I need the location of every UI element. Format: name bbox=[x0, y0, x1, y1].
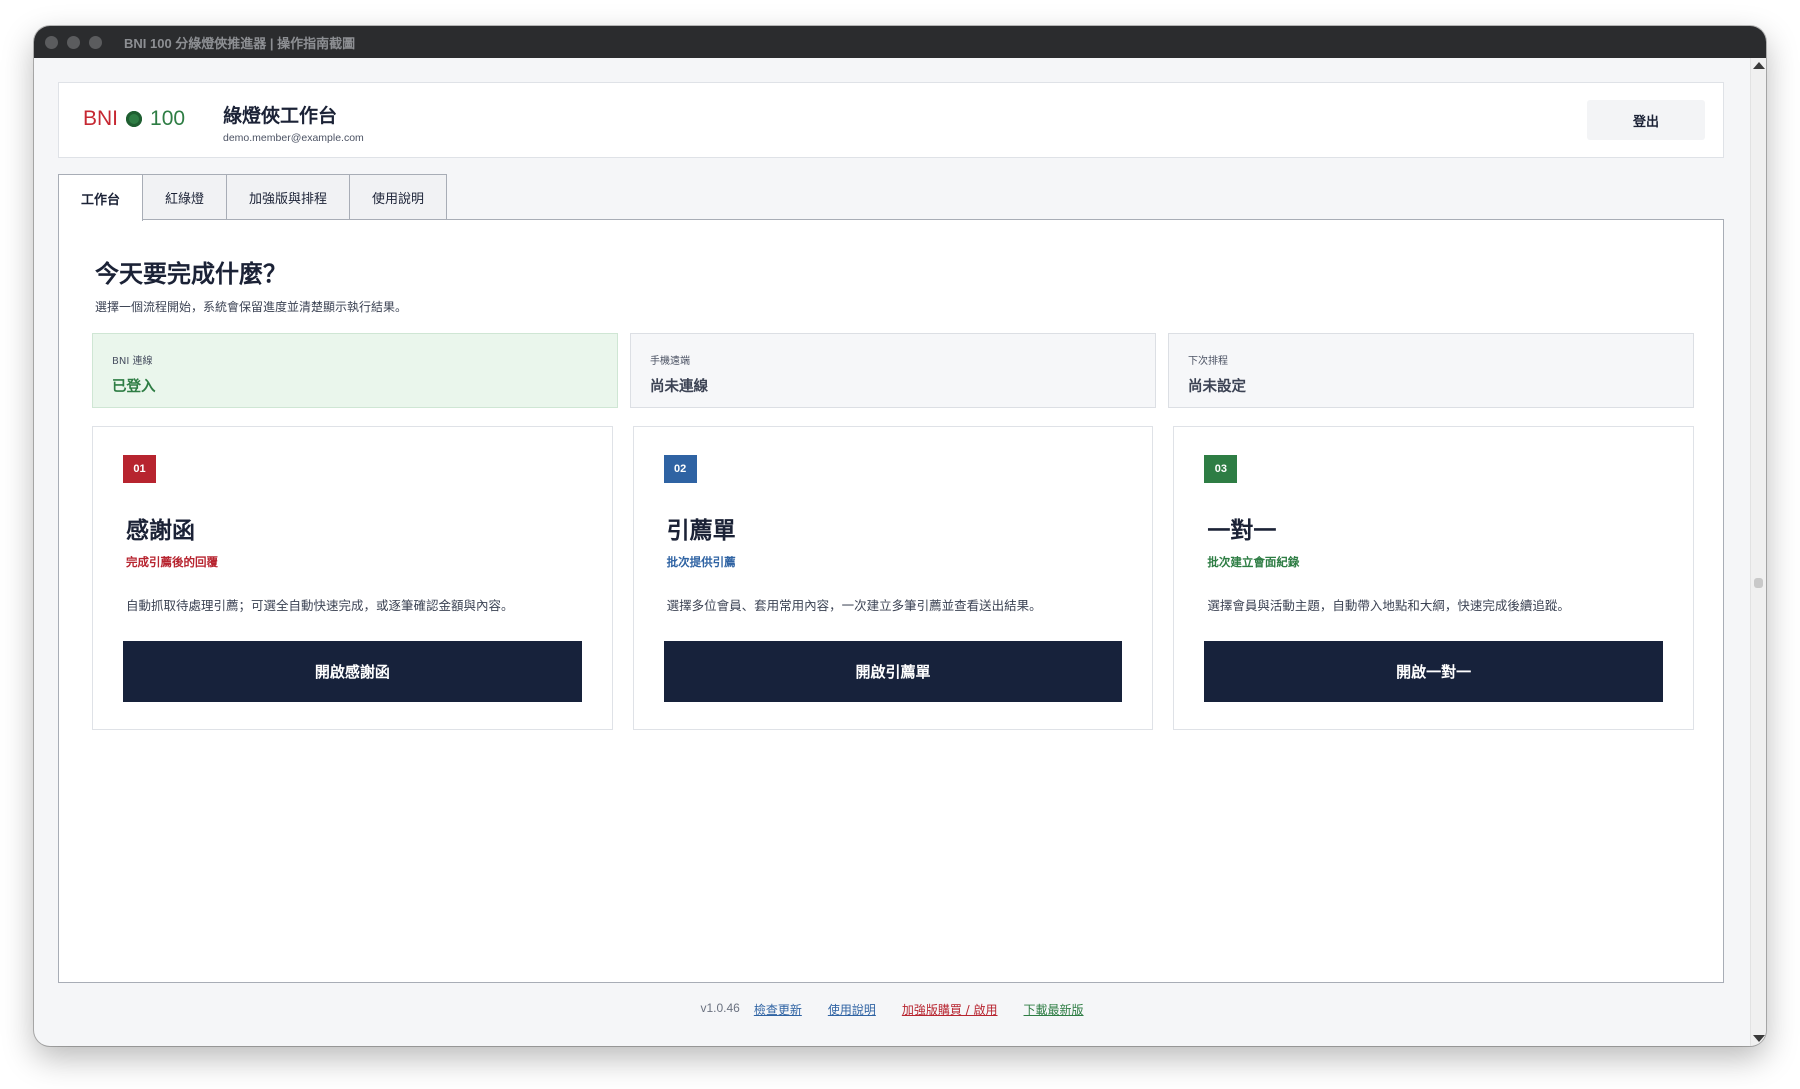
card-tag: 批次建立會面紀錄 bbox=[1207, 555, 1300, 569]
check-update-link[interactable]: 檢查更新 bbox=[754, 1001, 802, 1018]
close-window-button[interactable] bbox=[45, 35, 58, 49]
status-label: 手機遠端 bbox=[650, 356, 690, 367]
window-controls bbox=[45, 35, 102, 49]
user-email: demo.member@example.com bbox=[223, 132, 364, 144]
status-label: BNI 連線 bbox=[112, 356, 153, 367]
card-title: 引薦單 bbox=[666, 518, 736, 544]
green-light-icon bbox=[126, 111, 143, 127]
status-value: 尚未設定 bbox=[1188, 379, 1246, 395]
tab-premium-schedule[interactable]: 加強版與排程 bbox=[226, 174, 351, 220]
title-bar: BNI 100 分綠燈俠推進器 | 操作指南截圖 bbox=[34, 26, 1766, 58]
workbench-panel: 今天要完成什麼？ 選擇一個流程開始，系統會保留進度並清楚顯示執行結果。 BNI … bbox=[58, 219, 1724, 983]
scroll-up-arrow-icon[interactable] bbox=[1753, 62, 1765, 69]
section-heading: 今天要完成什麼？ bbox=[95, 260, 287, 288]
section-subheading: 選擇一個流程開始，系統會保留進度並清楚顯示執行結果。 bbox=[95, 300, 408, 314]
card-thank-you: 01 感謝函 完成引薦後的回覆 自動抓取待處理引薦；可選全自動快速完成，或逐筆確… bbox=[92, 426, 613, 730]
help-link[interactable]: 使用說明 bbox=[828, 1001, 876, 1018]
card-title: 一對一 bbox=[1207, 518, 1277, 544]
tab-help[interactable]: 使用說明 bbox=[349, 174, 448, 220]
page-title: 綠燈俠工作台 bbox=[223, 105, 338, 127]
card-referral: 02 引薦單 批次提供引薦 選擇多位會員、套用常用內容，一次建立多筆引薦並查看送… bbox=[632, 426, 1154, 730]
tab-bar: 工作台 紅綠燈 加強版與排程 使用說明 bbox=[58, 174, 448, 221]
workflow-cards: 01 感謝函 完成引薦後的回覆 自動抓取待處理引薦；可選全自動快速完成，或逐筆確… bbox=[92, 426, 1695, 730]
step-badge: 02 bbox=[663, 455, 697, 483]
card-tag: 批次提供引薦 bbox=[666, 555, 736, 569]
card-one-to-one: 03 一對一 批次建立會面紀錄 選擇會員與活動主題，自動帶入地點和大綱，快速完成… bbox=[1173, 426, 1695, 730]
status-value: 尚未連線 bbox=[650, 379, 708, 395]
status-row: BNI 連線 已登入 手機遠端 尚未連線 下次排程 尚未設定 bbox=[92, 333, 1694, 408]
scroll-thumb[interactable] bbox=[1754, 578, 1763, 588]
maximize-window-button[interactable] bbox=[89, 35, 102, 49]
window-title: BNI 100 分綠燈俠推進器 | 操作指南截圖 bbox=[124, 35, 356, 51]
logo-brand: BNI bbox=[83, 107, 119, 130]
tab-traffic-light[interactable]: 紅綠燈 bbox=[142, 174, 228, 220]
scroll-down-arrow-icon[interactable] bbox=[1753, 1035, 1765, 1042]
status-value: 已登入 bbox=[112, 379, 156, 395]
open-one-to-one-button[interactable]: 開啟一對一 bbox=[1204, 641, 1664, 702]
minimize-window-button[interactable] bbox=[67, 35, 80, 49]
purchase-activate-link[interactable]: 加強版購買 / 啟用 bbox=[902, 1001, 998, 1018]
status-bni-connection: BNI 連線 已登入 bbox=[92, 333, 618, 408]
app-header: BNI 100 綠燈俠工作台 demo.member@example.com 登… bbox=[58, 82, 1724, 158]
vertical-scrollbar[interactable] bbox=[1750, 58, 1766, 1046]
card-title: 感謝函 bbox=[126, 518, 195, 544]
step-badge: 03 bbox=[1204, 455, 1238, 483]
logout-button[interactable]: 登出 bbox=[1587, 100, 1705, 140]
status-label: 下次排程 bbox=[1188, 356, 1228, 367]
open-thank-you-button[interactable]: 開啟感謝函 bbox=[123, 641, 582, 702]
logo: BNI 100 bbox=[83, 107, 185, 131]
open-referral-button[interactable]: 開啟引薦單 bbox=[663, 641, 1123, 702]
footer: v1.0.46 檢查更新 使用說明 加強版購買 / 啟用 下載最新版 bbox=[34, 1001, 1750, 1018]
status-next-schedule: 下次排程 尚未設定 bbox=[1168, 333, 1694, 408]
status-mobile-remote: 手機遠端 尚未連線 bbox=[630, 333, 1156, 408]
version-label: v1.0.46 bbox=[700, 1001, 740, 1015]
card-description: 選擇多位會員、套用常用內容，一次建立多筆引薦並查看送出結果。 bbox=[666, 598, 1042, 613]
card-description: 選擇會員與活動主題，自動帶入地點和大綱，快速完成後續追蹤。 bbox=[1207, 598, 1570, 613]
card-tag: 完成引薦後的回覆 bbox=[126, 555, 218, 569]
step-badge: 01 bbox=[123, 455, 156, 483]
logo-number: 100 bbox=[150, 107, 186, 130]
download-latest-link[interactable]: 下載最新版 bbox=[1024, 1001, 1084, 1018]
tab-workbench[interactable]: 工作台 bbox=[58, 174, 144, 221]
card-description: 自動抓取待處理引薦；可選全自動快速完成，或逐筆確認金額與內容。 bbox=[126, 598, 514, 613]
app-window: BNI 100 分綠燈俠推進器 | 操作指南截圖 BNI 100 綠燈俠工作台 … bbox=[34, 26, 1766, 1046]
